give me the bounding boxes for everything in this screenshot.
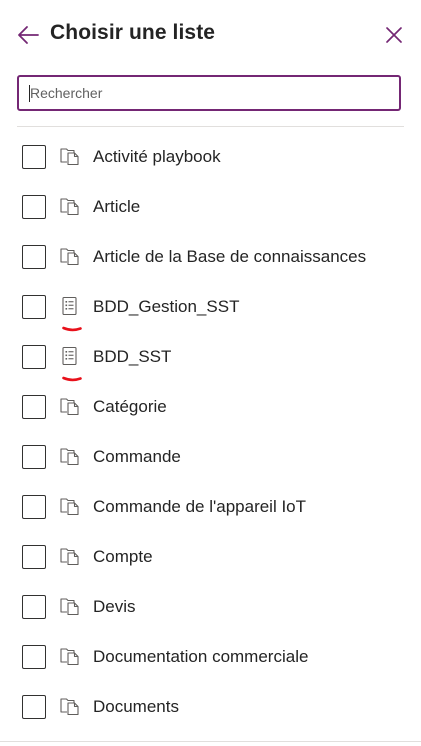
list-item[interactable]: Compte [0, 532, 421, 582]
item-checkbox[interactable] [22, 345, 46, 369]
list-item[interactable]: Article [0, 182, 421, 232]
list-item[interactable]: Activité playbook [0, 132, 421, 182]
item-checkbox[interactable] [22, 145, 46, 169]
list-item[interactable]: Documentation commerciale [0, 632, 421, 682]
item-label: BDD_SST [93, 347, 172, 366]
entity-table-icon [59, 695, 81, 717]
item-label: Commande [93, 447, 181, 466]
arrow-left-icon [18, 26, 39, 44]
entity-table-icon [59, 495, 81, 517]
bottom-divider [0, 741, 421, 742]
panel-header: Choisir une liste [0, 0, 421, 70]
close-button[interactable] [381, 22, 407, 48]
divider [17, 126, 404, 127]
item-checkbox[interactable] [22, 295, 46, 319]
item-checkbox[interactable] [22, 245, 46, 269]
list-item[interactable]: BDD_SST [0, 332, 421, 382]
entity-table-icon [59, 395, 81, 417]
item-checkbox[interactable] [22, 445, 46, 469]
entity-table-icon [59, 195, 81, 217]
item-label: Article [93, 197, 141, 216]
text-caret [29, 85, 30, 102]
item-checkbox[interactable] [22, 695, 46, 719]
item-checkbox[interactable] [22, 645, 46, 669]
list-item[interactable]: Devis [0, 582, 421, 632]
back-button[interactable] [14, 22, 42, 48]
list-document-icon [59, 295, 81, 317]
entity-table-icon [59, 645, 81, 667]
list-item[interactable]: Commande de l'appareil IoT [0, 482, 421, 532]
red-underline-annotation [62, 319, 82, 332]
panel-title: Choisir une liste [50, 21, 216, 44]
item-label: BDD_Gestion_SST [93, 297, 240, 316]
item-label: Compte [93, 547, 153, 566]
item-label: Documentation commerciale [93, 647, 309, 666]
list-item[interactable]: Documents [0, 682, 421, 732]
list-item[interactable]: BDD_Gestion_SST [0, 282, 421, 332]
red-underline-annotation [62, 369, 82, 382]
item-label: Devis [93, 597, 136, 616]
item-label: Documents [93, 697, 179, 716]
item-label: Catégorie [93, 397, 167, 416]
item-label: Article de la Base de connaissances [93, 247, 367, 266]
item-label: Commande de l'appareil IoT [93, 497, 307, 516]
search-box [17, 75, 401, 111]
item-checkbox[interactable] [22, 495, 46, 519]
item-checkbox[interactable] [22, 595, 46, 619]
search-input[interactable] [27, 77, 390, 109]
entity-table-icon [59, 145, 81, 167]
list-document-icon [59, 345, 81, 367]
list-item[interactable]: Commande [0, 432, 421, 482]
item-label: Activité playbook [93, 147, 221, 166]
list-container: Activité playbook Article Article de la Ba… [0, 132, 421, 732]
list-item[interactable]: Article de la Base de connaissances [0, 232, 421, 282]
close-icon [386, 27, 402, 43]
item-checkbox[interactable] [22, 545, 46, 569]
item-checkbox[interactable] [22, 395, 46, 419]
entity-table-icon [59, 545, 81, 567]
entity-table-icon [59, 245, 81, 267]
item-checkbox[interactable] [22, 195, 46, 219]
entity-table-icon [59, 445, 81, 467]
entity-table-icon [59, 595, 81, 617]
list-item[interactable]: Catégorie [0, 382, 421, 432]
